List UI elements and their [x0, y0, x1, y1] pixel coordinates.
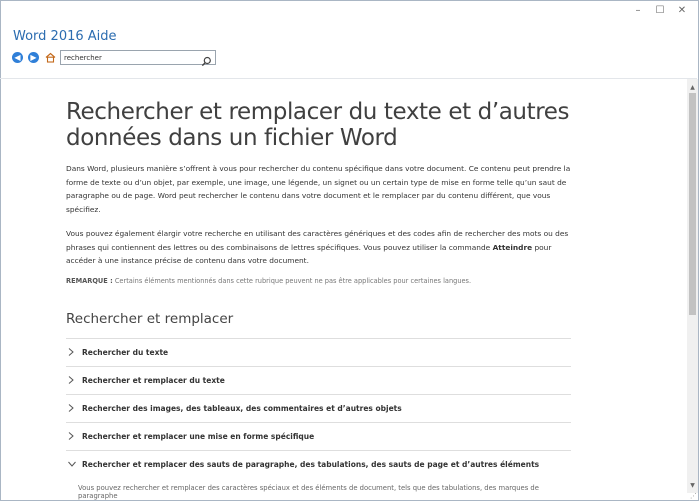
chevron-right-icon [68, 348, 76, 356]
help-toolbar: ◀ ▶ [12, 50, 216, 67]
scrollbar-thumb[interactable] [689, 93, 696, 315]
article-content: Rechercher et remplacer du texte et d’au… [66, 82, 571, 500]
chevron-down-icon [68, 460, 76, 468]
remark-label: REMARQUE : [66, 276, 113, 285]
accordion-body-text: Vous pouvez rechercher et remplacer des … [78, 483, 539, 500]
header-divider [0, 78, 697, 79]
goto-command-name: Atteindre [492, 242, 533, 252]
search-input[interactable] [61, 51, 200, 64]
chevron-right-icon [68, 404, 76, 412]
maximize-button[interactable]: ☐ [649, 3, 671, 17]
magnifier-icon[interactable] [201, 52, 212, 67]
accordion-item-find-text[interactable]: Rechercher du texte [66, 339, 571, 367]
remark-text: Certains éléments mentionnés dans cette … [112, 276, 472, 285]
home-icon[interactable] [44, 52, 56, 64]
scroll-down-icon[interactable]: ▼ [687, 479, 698, 491]
search-box [60, 50, 216, 67]
accordion-label: Rechercher et remplacer du texte [82, 375, 225, 385]
back-arrow-icon[interactable]: ◀ [12, 52, 23, 63]
minimize-button[interactable]: – [627, 3, 649, 17]
scroll-up-icon[interactable]: ▲ [687, 81, 698, 93]
chevron-right-icon [68, 432, 76, 440]
remark-note: REMARQUE : Certains éléments mentionnés … [66, 277, 571, 285]
chevron-right-icon [68, 376, 76, 384]
app-title: Word 2016 Aide [13, 29, 117, 44]
section-heading: Rechercher et remplacer [66, 310, 234, 327]
accordion-item-replace-text[interactable]: Rechercher et remplacer du texte [66, 367, 571, 395]
page-title: Rechercher et remplacer du texte et d’au… [66, 99, 570, 151]
second-paragraph: Vous pouvez également élargir votre rech… [66, 227, 571, 268]
resize-grip-icon[interactable]: ⋰ [690, 492, 697, 500]
close-button[interactable]: ✕ [671, 3, 693, 17]
accordion-label: Rechercher et remplacer une mise en form… [82, 431, 315, 441]
accordion-item-replace-formatting[interactable]: Rechercher et remplacer une mise en form… [66, 423, 571, 451]
accordion-item-find-objects[interactable]: Rechercher des images, des tableaux, des… [66, 395, 571, 423]
accordion-item-replace-breaks[interactable]: Rechercher et remplacer des sauts de par… [66, 451, 571, 478]
accordion-label: Rechercher du texte [82, 347, 169, 357]
window-controls: – ☐ ✕ [627, 3, 693, 17]
vertical-scrollbar[interactable]: ▲ ▼ [687, 79, 698, 493]
accordion-label: Rechercher des images, des tableaux, des… [82, 403, 402, 413]
forward-arrow-icon[interactable]: ▶ [28, 52, 39, 63]
accordion-label: Rechercher et remplacer des sauts de par… [82, 459, 540, 469]
intro-paragraph: Dans Word, plusieurs manière s’offrent à… [66, 164, 571, 214]
